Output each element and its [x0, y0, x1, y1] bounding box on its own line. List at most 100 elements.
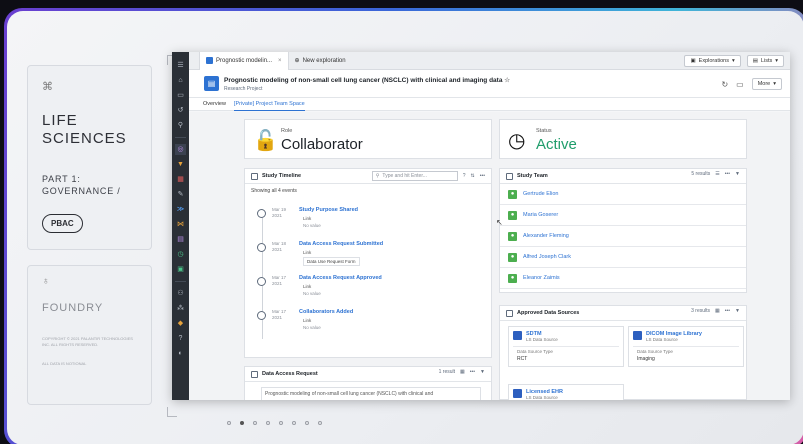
request-icon: [251, 370, 258, 378]
event-title[interactable]: Data Access Request Approved: [299, 275, 382, 281]
more-button[interactable]: More ▾: [751, 78, 782, 90]
pagination-dot[interactable]: [266, 421, 270, 425]
timeline-event: Mar 17 2021 Data Access Request Approved L…: [255, 275, 485, 309]
pagination-dot[interactable]: [305, 421, 309, 425]
close-icon[interactable]: ×: [278, 58, 282, 64]
notification-icon[interactable]: ◆: [175, 318, 186, 329]
home-icon[interactable]: ⌂: [175, 75, 186, 86]
team-member-row[interactable]: ● Alexander Fleming: [500, 226, 746, 247]
chevron-down-icon: ▾: [775, 58, 778, 64]
member-name[interactable]: Gertrude Elion: [523, 191, 558, 197]
event-date: Mar 19 2021: [272, 207, 287, 218]
chevron-down-icon: ▾: [773, 81, 776, 87]
data-source-tile[interactable]: Licensed EHR LS Data Source: [508, 384, 624, 400]
pagination-dot[interactable]: [253, 421, 257, 425]
request-preview[interactable]: Prognostic modeling of non-small cell lu…: [261, 387, 481, 400]
team-member-row[interactable]: ● Gertrude Elion: [500, 184, 746, 205]
lists-label: Lists: [760, 58, 773, 64]
event-link-value: No value: [303, 291, 321, 296]
member-name[interactable]: Alfred Joseph Clark: [523, 254, 571, 260]
unlock-icon: 🔓: [253, 130, 278, 152]
member-name[interactable]: Alexander Fleming: [523, 233, 569, 239]
chart-app-icon[interactable]: ▦: [175, 174, 186, 185]
life-sciences-panel: ⌘ LIFE SCIENCES PART 1: GOVERNANCE / PBA…: [27, 65, 152, 250]
event-title[interactable]: Data Access Request Submitted: [299, 241, 383, 247]
tool-app-icon[interactable]: ✎: [175, 189, 186, 200]
source-type: LS Data Source: [526, 395, 558, 400]
project-type: Research Project: [224, 86, 263, 92]
filter-icon[interactable]: ▼: [480, 369, 485, 375]
data-source-tile[interactable]: SDTM LS Data Source Data Source Type RCT: [508, 326, 624, 367]
results-count: 1 result: [438, 369, 456, 375]
pagination-dot[interactable]: [318, 421, 322, 425]
tab-prognostic-modeling[interactable]: Prognostic modelin... ×: [199, 52, 289, 70]
role-value: Collaborator: [281, 136, 363, 153]
pagination-dot[interactable]: [292, 421, 296, 425]
pagination-dot[interactable]: [279, 421, 283, 425]
grid-view-icon[interactable]: ▦: [460, 369, 465, 375]
list-view-icon[interactable]: ☰: [715, 171, 719, 177]
member-name[interactable]: Maria Goserer: [523, 212, 558, 218]
event-link-value[interactable]: Data Use Request Form: [303, 257, 360, 266]
lists-button[interactable]: ▤ Lists ▾: [746, 55, 784, 67]
tab-overview[interactable]: Overview: [203, 98, 226, 111]
sheet-app-icon[interactable]: ▣: [175, 264, 186, 275]
timeline-icon: [251, 172, 258, 180]
corner-mark: [167, 407, 177, 417]
pagination-dot[interactable]: [227, 421, 231, 425]
status-label: Status: [536, 128, 552, 134]
menu-icon[interactable]: ☰: [175, 60, 186, 71]
more-icon[interactable]: •••: [470, 369, 475, 375]
team-member-row[interactable]: ● Maria Goserer: [500, 205, 746, 226]
tab-new-exploration[interactable]: ⊕ New exploration: [289, 52, 352, 70]
people-icon[interactable]: ⚇: [175, 288, 186, 299]
filter-icon[interactable]: ▼: [735, 308, 740, 314]
panel-title: LIFE SCIENCES: [42, 112, 127, 147]
mouse-cursor-icon: ↖: [496, 218, 503, 227]
more-label: More: [757, 81, 771, 87]
card-title: Data Access Request: [262, 371, 318, 377]
event-title[interactable]: Collaborators Added: [299, 309, 353, 315]
refresh-icon[interactable]: ↻: [721, 80, 728, 89]
sort-icon[interactable]: ⇅: [471, 173, 475, 179]
card-title: Study Timeline: [262, 173, 302, 179]
part-label: PART 1: GOVERNANCE /: [42, 174, 121, 196]
filter-icon[interactable]: ▼: [735, 171, 740, 177]
more-icon[interactable]: •••: [725, 171, 730, 177]
main-area: Prognostic modelin... × ⊕ New exploratio…: [189, 52, 790, 400]
folder-icon[interactable]: ▭: [175, 90, 186, 101]
member-name[interactable]: Eleanor Zaimis: [523, 275, 560, 281]
pbac-pill: PBAC: [42, 214, 83, 233]
notebook-app-icon[interactable]: ▤: [175, 234, 186, 245]
timeline-search-input[interactable]: ⚲ Type and hit Enter...: [371, 171, 458, 181]
approved-data-sources-card: Approved Data Sources 3 results ▦ ••• ▼ …: [499, 305, 747, 400]
explorations-button[interactable]: ▣ Explorations ▾: [684, 55, 741, 67]
foundry-app-window: ☰ ⌂ ▭ ↺ ⚲ ◎ ▼ ▦ ✎ ≫ ⋈ ▤ ◷ ▣ ⚇ ⁂ ◆ ? ◐ Pr…: [172, 52, 790, 400]
tab-project-team-space[interactable]: [Private] Project Team Space: [233, 98, 305, 111]
user-avatar[interactable]: ◐: [175, 348, 186, 359]
clock-app-icon[interactable]: ◷: [175, 249, 186, 260]
more-icon[interactable]: •••: [725, 308, 730, 314]
grid-view-icon[interactable]: ▦: [715, 308, 720, 314]
help-icon[interactable]: ?: [175, 333, 186, 344]
pipeline-app-icon[interactable]: ≫: [175, 204, 186, 215]
data-source-tile[interactable]: DICOM Image Library LS Data Source Data So…: [628, 326, 744, 367]
tab-bar: Prognostic modelin... × ⊕ New exploratio…: [189, 52, 790, 70]
help-icon[interactable]: ?: [463, 173, 466, 179]
pagination-dot[interactable]: [240, 421, 244, 425]
event-title[interactable]: Study Purpose Shared: [299, 207, 358, 213]
comment-icon[interactable]: ▭: [736, 80, 744, 89]
more-icon[interactable]: •••: [480, 173, 485, 179]
history-icon[interactable]: ↺: [175, 105, 186, 116]
team-member-row[interactable]: ● Eleanor Zaimis: [500, 268, 746, 289]
team-member-row[interactable]: ● Alfred Joseph Clark: [500, 247, 746, 268]
apps-icon[interactable]: ⁂: [175, 303, 186, 314]
filter-app-icon[interactable]: ▼: [175, 159, 186, 170]
timeline-event: Mar 18 2021 Data Access Request Submitted…: [255, 241, 485, 275]
star-icon[interactable]: ☆: [504, 77, 510, 84]
search-icon[interactable]: ⚲: [175, 120, 186, 131]
card-title: Approved Data Sources: [517, 310, 580, 316]
explorer-app-icon[interactable]: ◎: [175, 144, 186, 155]
graph-app-icon[interactable]: ⋈: [175, 219, 186, 230]
search-icon: ⚲: [375, 173, 380, 179]
